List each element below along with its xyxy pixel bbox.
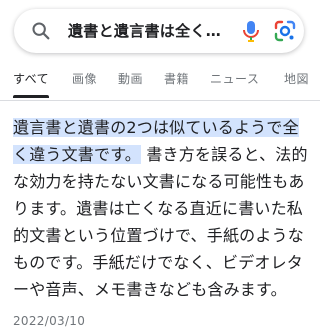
snippet-date: 2022/03/10 xyxy=(13,314,86,328)
search-icon[interactable] xyxy=(30,20,52,46)
search-tabs: すべて 画像 動画 書籍 ニュース 地図 xyxy=(0,62,320,100)
tab-images[interactable]: 画像 xyxy=(72,70,97,87)
tab-all[interactable]: すべて xyxy=(13,70,49,87)
featured-snippet-text: 遺言書と遺書の2つは似ているようで全く違う文書です。 書き方を誤ると、法的な効力… xyxy=(13,114,313,303)
tab-books[interactable]: 書籍 xyxy=(164,70,189,87)
tab-news[interactable]: ニュース xyxy=(210,70,259,87)
tab-maps[interactable]: 地図 xyxy=(284,70,309,87)
divider xyxy=(0,100,320,101)
microphone-icon[interactable] xyxy=(240,19,262,47)
google-lens-icon[interactable] xyxy=(273,19,297,47)
search-input[interactable]: 遺書と遺言書は全く… xyxy=(68,21,228,41)
snippet-body: 書き方を誤ると、法的な効力を持たない文書になる可能性もあります。遺書は亡くなる直… xyxy=(13,145,308,299)
search-bar[interactable]: 遺書と遺言書は全く… xyxy=(14,9,304,53)
active-tab-indicator xyxy=(13,95,49,98)
tab-videos[interactable]: 動画 xyxy=(118,70,143,87)
